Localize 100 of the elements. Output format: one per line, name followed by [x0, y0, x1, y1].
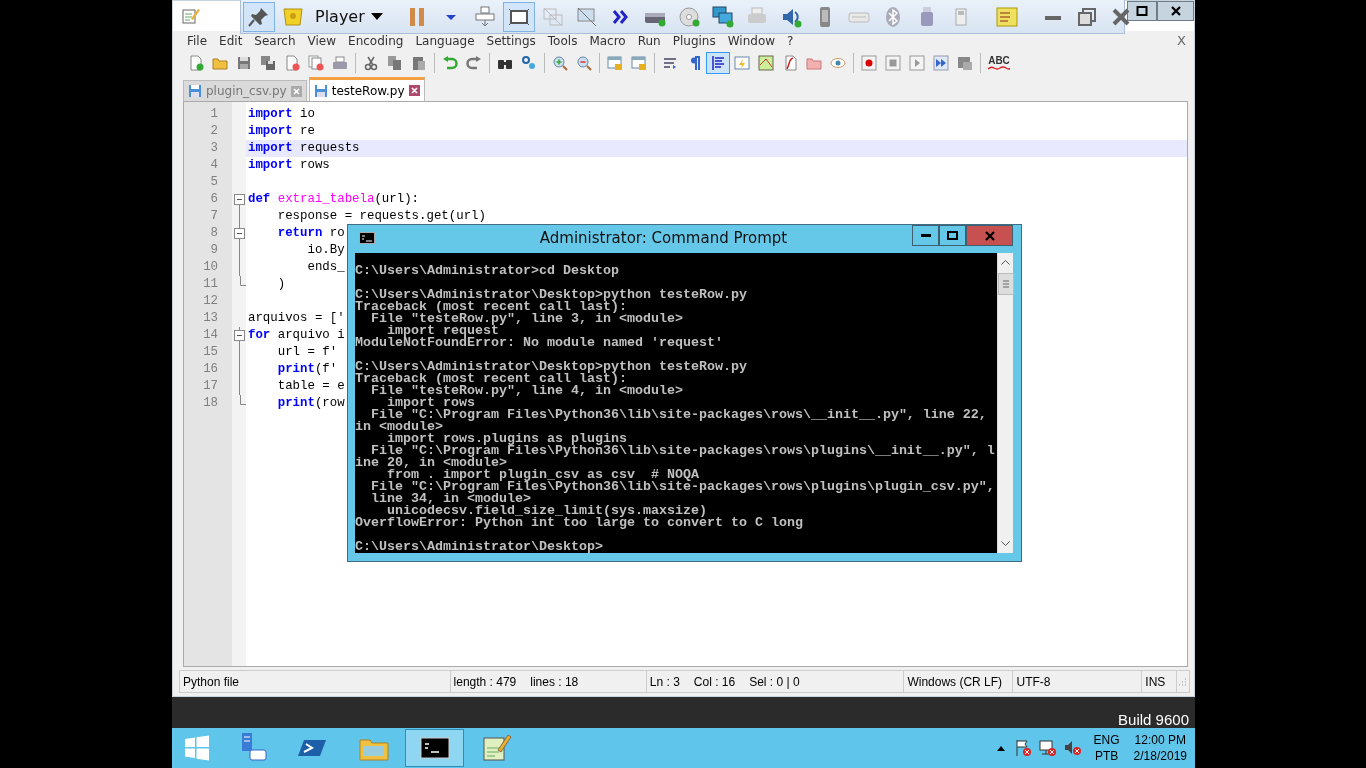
console-line: from . import plugin_csv as csv # NOQA	[387, 469, 699, 481]
console-line: import request	[387, 325, 499, 337]
network-icon[interactable]	[1038, 739, 1057, 757]
console-line: OverflowError: Python int too large to convert to C long	[355, 517, 804, 529]
console-line: unicodecsv.field_size_limit(sys.maxsize)	[387, 505, 707, 517]
console-line: C:\Users\Administrator\Desktop>python testeRow.py	[355, 289, 748, 301]
fold-end-line	[240, 276, 246, 286]
line-number: 1	[209, 106, 219, 123]
minimize-icon	[920, 233, 931, 238]
code-line: print(row	[276, 396, 345, 410]
code-line: import io	[248, 107, 315, 121]
status-text: UTF-8	[1016, 674, 1051, 689]
console-line: File "C:\Program Files\Python36\lib\site-packages\rows\plugins\__init__.py", l	[371, 445, 996, 457]
status-text: INS	[1145, 674, 1166, 689]
line-number: 4	[209, 157, 219, 174]
line-number: 2	[209, 123, 219, 140]
notepad-icon	[181, 7, 201, 25]
resize-grip-icon[interactable]	[1177, 676, 1187, 687]
code-line: import requests	[248, 141, 360, 155]
line-number: 13	[202, 310, 219, 327]
line-number: 10	[202, 259, 219, 276]
spell-check-button[interactable]: ABC	[984, 56, 1014, 70]
line-number: 18	[202, 395, 219, 412]
console-line: import rows.plugins as plugins	[387, 433, 627, 445]
console-line: File "testeRow.py", line 4, in <module>	[370, 385, 684, 397]
show-hidden-icons-icon[interactable]	[996, 745, 1005, 751]
code-line: table = e	[276, 379, 345, 393]
menu-item[interactable]: Edit	[213, 33, 249, 48]
fold-marker-icon[interactable]	[233, 327, 245, 344]
menu-item[interactable]: Macro	[583, 33, 632, 48]
minimize-button[interactable]	[912, 225, 939, 246]
maximize-button[interactable]	[939, 225, 966, 246]
code-line: def extrai_tabela(url):	[248, 192, 420, 206]
clock[interactable]: 12:00 PM 2/18/2019	[1133, 732, 1187, 764]
code-line: import rows	[248, 158, 330, 172]
close-document-button[interactable]: X	[1177, 33, 1186, 48]
menu-item[interactable]: Search	[248, 33, 302, 48]
console-line: ModuleNotFoundError: No module named 'request'	[355, 337, 724, 349]
window-title: Administrator: Command Prompt	[538, 229, 789, 247]
scroll-up-icon[interactable]	[1001, 259, 1010, 265]
scrollbar-thumb[interactable]	[997, 273, 1014, 295]
status-text: Col : 16	[693, 674, 736, 689]
player-menu-button[interactable]: Player	[311, 7, 389, 26]
scrollbar[interactable]	[997, 253, 1013, 553]
menu-item[interactable]: Tools	[541, 33, 584, 48]
fold-marker-icon[interactable]	[233, 191, 245, 208]
code-line: ends_	[306, 260, 345, 274]
code-line: response = requests.get(url)	[276, 209, 486, 223]
menu-item[interactable]: File	[181, 33, 214, 48]
maximize-icon	[947, 231, 958, 240]
pin-icon[interactable]	[243, 1, 275, 32]
console-line: C:\Users\Administrator\Desktop>	[355, 541, 604, 553]
console-line: C:\Users\Administrator>cd Desktop	[355, 265, 620, 277]
flag-icon[interactable]	[1013, 739, 1032, 757]
close-button[interactable]	[1157, 1, 1194, 21]
scroll-down-icon[interactable]	[1001, 541, 1010, 547]
console-line: Traceback (most recent call last):	[355, 373, 627, 385]
muted-speaker-icon[interactable]	[1063, 739, 1082, 757]
code-line: import re	[248, 124, 315, 138]
indent-guide-icon[interactable]	[706, 52, 730, 74]
status-text: length : 479	[453, 674, 517, 689]
menu-item[interactable]: Run	[631, 33, 667, 48]
console-taskbar-button[interactable]	[405, 729, 464, 767]
console-line: import rows	[387, 397, 475, 409]
fullscreen-icon[interactable]	[502, 1, 535, 32]
status-text: Python file	[183, 674, 240, 689]
console-line: C:\Users\Administrator\Desktop>python testeRow.py	[355, 361, 748, 373]
maximize-button[interactable]	[1127, 1, 1157, 21]
close-icon[interactable]	[408, 85, 420, 96]
code-line: url = f'	[276, 345, 338, 359]
code-line: return ro	[276, 226, 345, 240]
line-number: 14	[202, 327, 219, 344]
status-text: Ln : 3	[649, 674, 680, 689]
status-text: Windows (CR LF)	[907, 674, 1003, 689]
file-tab[interactable]: testeRow.py	[308, 77, 425, 101]
menu-item[interactable]: ?	[781, 33, 800, 48]
fold-marker-icon[interactable]	[233, 225, 245, 242]
menu-item[interactable]: Encoding	[342, 33, 410, 48]
close-icon	[984, 230, 995, 241]
line-number: 5	[209, 174, 219, 191]
language-indicator[interactable]: ENG PTB	[1093, 732, 1120, 764]
console-line: File "C:\Program Files\Python36\lib\site-packages\rows\plugins\plugin_csv.py",	[370, 481, 996, 493]
line-number: 17	[202, 378, 219, 395]
line-number: 11	[202, 276, 219, 293]
line-number: 6	[209, 191, 219, 208]
line-number: 8	[209, 225, 219, 242]
menu-item[interactable]: Window	[721, 33, 782, 48]
console-icon	[359, 232, 375, 244]
status-text: Sel : 0 | 0	[749, 674, 800, 689]
line-number: 16	[202, 361, 219, 378]
menu-item[interactable]: Language	[409, 33, 481, 48]
code-line: io.By	[306, 243, 345, 257]
maximize-icon	[1136, 5, 1148, 17]
windows-logo-icon	[184, 735, 210, 761]
console-line: ine 20, in <module>	[355, 457, 507, 469]
menu-item[interactable]: View	[301, 33, 343, 48]
code-line: arquivos = ['	[248, 311, 345, 325]
menu-item[interactable]: Settings	[480, 33, 542, 48]
squiggle-icon	[988, 66, 1010, 70]
menu-item[interactable]: Plugins	[666, 33, 722, 48]
